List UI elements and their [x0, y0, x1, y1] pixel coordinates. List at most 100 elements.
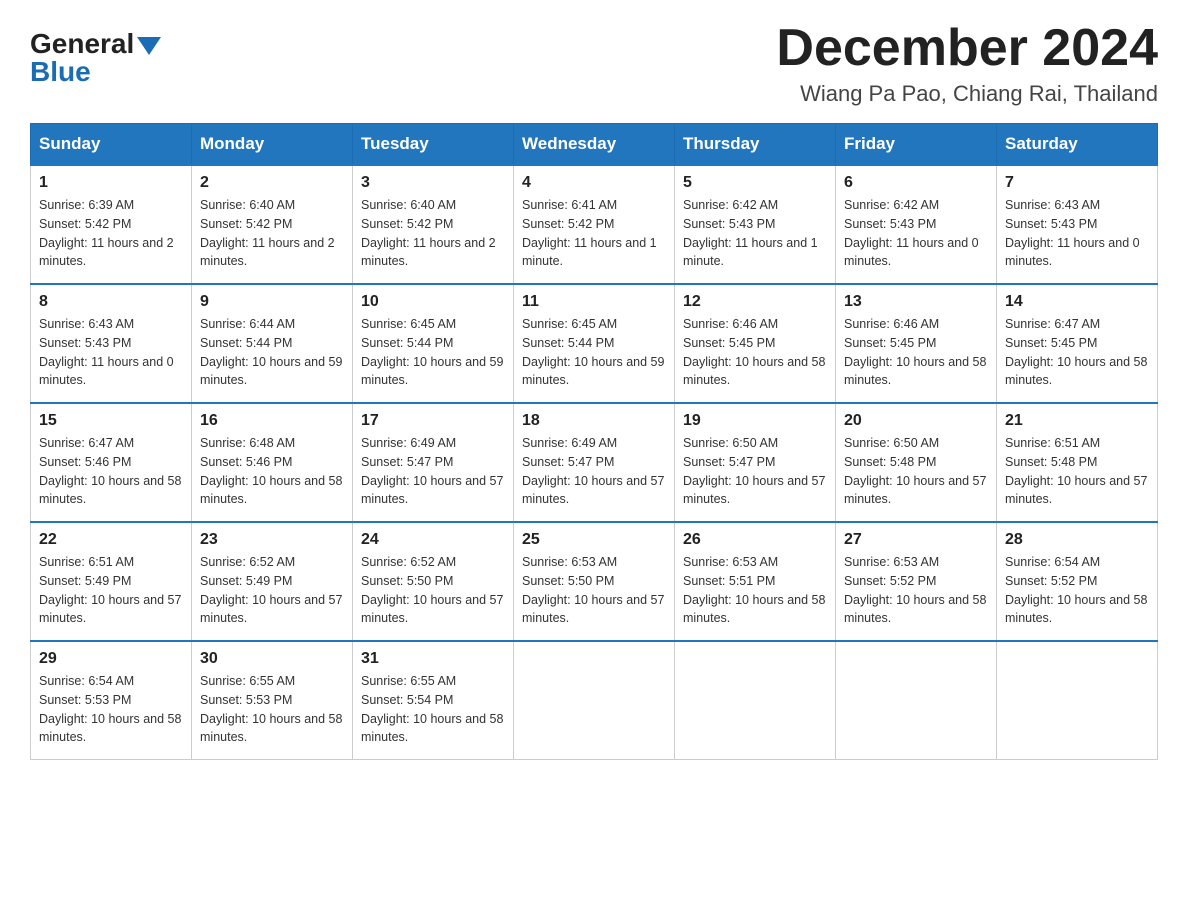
calendar-cell: 1Sunrise: 6:39 AMSunset: 5:42 PMDaylight… — [31, 165, 192, 284]
page-header: General Blue December 2024 Wiang Pa Pao,… — [30, 20, 1158, 107]
calendar-cell: 14Sunrise: 6:47 AMSunset: 5:45 PMDayligh… — [997, 284, 1158, 403]
day-info: Sunrise: 6:50 AMSunset: 5:47 PMDaylight:… — [683, 434, 827, 509]
day-info: Sunrise: 6:52 AMSunset: 5:49 PMDaylight:… — [200, 553, 344, 628]
day-info: Sunrise: 6:40 AMSunset: 5:42 PMDaylight:… — [361, 196, 505, 271]
day-info: Sunrise: 6:41 AMSunset: 5:42 PMDaylight:… — [522, 196, 666, 271]
calendar-header-row: SundayMondayTuesdayWednesdayThursdayFrid… — [31, 124, 1158, 166]
day-info: Sunrise: 6:54 AMSunset: 5:53 PMDaylight:… — [39, 672, 183, 747]
day-number: 11 — [522, 293, 666, 311]
day-number: 3 — [361, 174, 505, 192]
col-header-saturday: Saturday — [997, 124, 1158, 166]
col-header-thursday: Thursday — [675, 124, 836, 166]
calendar-cell: 12Sunrise: 6:46 AMSunset: 5:45 PMDayligh… — [675, 284, 836, 403]
day-number: 16 — [200, 412, 344, 430]
calendar-cell: 16 Sunrise: 6:48 AMSunset: 5:46 PMDayligh… — [192, 403, 353, 522]
day-info: Sunrise: 6:50 AMSunset: 5:48 PMDaylight:… — [844, 434, 988, 509]
logo: General Blue — [30, 30, 161, 86]
day-number: 8 — [39, 293, 183, 311]
calendar-cell: 10 Sunrise: 6:45 AMSunset: 5:44 PMDayligh… — [353, 284, 514, 403]
day-info: Sunrise: 6:45 AMSunset: 5:44 PMDaylight:… — [522, 315, 666, 390]
calendar-cell: 20Sunrise: 6:50 AMSunset: 5:48 PMDayligh… — [836, 403, 997, 522]
day-info: Sunrise: 6:39 AMSunset: 5:42 PMDaylight:… — [39, 196, 183, 271]
calendar-table: SundayMondayTuesdayWednesdayThursdayFrid… — [30, 123, 1158, 760]
day-info: Sunrise: 6:53 AMSunset: 5:52 PMDaylight:… — [844, 553, 988, 628]
calendar-cell: 2 Sunrise: 6:40 AMSunset: 5:42 PMDaylight… — [192, 165, 353, 284]
calendar-cell: 23 Sunrise: 6:52 AMSunset: 5:49 PMDayligh… — [192, 522, 353, 641]
col-header-friday: Friday — [836, 124, 997, 166]
day-number: 30 — [200, 650, 344, 668]
day-number: 5 — [683, 174, 827, 192]
day-number: 21 — [1005, 412, 1149, 430]
calendar-cell — [514, 641, 675, 760]
calendar-cell: 8 Sunrise: 6:43 AMSunset: 5:43 PMDaylight… — [31, 284, 192, 403]
day-info: Sunrise: 6:47 AMSunset: 5:45 PMDaylight:… — [1005, 315, 1149, 390]
day-info: Sunrise: 6:44 AMSunset: 5:44 PMDaylight:… — [200, 315, 344, 390]
day-info: Sunrise: 6:46 AMSunset: 5:45 PMDaylight:… — [683, 315, 827, 390]
day-info: Sunrise: 6:40 AMSunset: 5:42 PMDaylight:… — [200, 196, 344, 271]
logo-general-word: General — [30, 30, 134, 58]
day-info: Sunrise: 6:55 AMSunset: 5:53 PMDaylight:… — [200, 672, 344, 747]
calendar-cell: 17Sunrise: 6:49 AMSunset: 5:47 PMDayligh… — [353, 403, 514, 522]
calendar-cell: 5Sunrise: 6:42 AMSunset: 5:43 PMDaylight… — [675, 165, 836, 284]
day-number: 6 — [844, 174, 988, 192]
col-header-tuesday: Tuesday — [353, 124, 514, 166]
day-info: Sunrise: 6:43 AMSunset: 5:43 PMDaylight:… — [39, 315, 183, 390]
calendar-cell: 18 Sunrise: 6:49 AMSunset: 5:47 PMDayligh… — [514, 403, 675, 522]
calendar-cell: 24Sunrise: 6:52 AMSunset: 5:50 PMDayligh… — [353, 522, 514, 641]
day-number: 25 — [522, 531, 666, 549]
calendar-cell: 19 Sunrise: 6:50 AMSunset: 5:47 PMDayligh… — [675, 403, 836, 522]
calendar-cell — [836, 641, 997, 760]
day-number: 19 — [683, 412, 827, 430]
day-number: 13 — [844, 293, 988, 311]
calendar-cell — [675, 641, 836, 760]
day-number: 9 — [200, 293, 344, 311]
day-info: Sunrise: 6:55 AMSunset: 5:54 PMDaylight:… — [361, 672, 505, 747]
day-number: 15 — [39, 412, 183, 430]
calendar-cell: 4 Sunrise: 6:41 AMSunset: 5:42 PMDaylight… — [514, 165, 675, 284]
day-number: 31 — [361, 650, 505, 668]
day-info: Sunrise: 6:48 AMSunset: 5:46 PMDaylight:… — [200, 434, 344, 509]
calendar-cell: 3 Sunrise: 6:40 AMSunset: 5:42 PMDaylight… — [353, 165, 514, 284]
calendar-cell: 15 Sunrise: 6:47 AMSunset: 5:46 PMDayligh… — [31, 403, 192, 522]
day-info: Sunrise: 6:53 AMSunset: 5:51 PMDaylight:… — [683, 553, 827, 628]
col-header-monday: Monday — [192, 124, 353, 166]
day-number: 24 — [361, 531, 505, 549]
day-number: 26 — [683, 531, 827, 549]
calendar-cell: 25Sunrise: 6:53 AMSunset: 5:50 PMDayligh… — [514, 522, 675, 641]
title-area: December 2024 Wiang Pa Pao, Chiang Rai, … — [776, 20, 1158, 107]
location-title: Wiang Pa Pao, Chiang Rai, Thailand — [776, 81, 1158, 107]
day-number: 17 — [361, 412, 505, 430]
day-number: 22 — [39, 531, 183, 549]
day-info: Sunrise: 6:51 AMSunset: 5:49 PMDaylight:… — [39, 553, 183, 628]
calendar-cell: 11 Sunrise: 6:45 AMSunset: 5:44 PMDayligh… — [514, 284, 675, 403]
day-info: Sunrise: 6:46 AMSunset: 5:45 PMDaylight:… — [844, 315, 988, 390]
calendar-cell: 21 Sunrise: 6:51 AMSunset: 5:48 PMDayligh… — [997, 403, 1158, 522]
calendar-cell: 31 Sunrise: 6:55 AMSunset: 5:54 PMDayligh… — [353, 641, 514, 760]
day-number: 4 — [522, 174, 666, 192]
calendar-cell: 7Sunrise: 6:43 AMSunset: 5:43 PMDaylight… — [997, 165, 1158, 284]
day-number: 23 — [200, 531, 344, 549]
calendar-cell: 22 Sunrise: 6:51 AMSunset: 5:49 PMDayligh… — [31, 522, 192, 641]
day-info: Sunrise: 6:49 AMSunset: 5:47 PMDaylight:… — [522, 434, 666, 509]
day-info: Sunrise: 6:51 AMSunset: 5:48 PMDaylight:… — [1005, 434, 1149, 509]
day-number: 10 — [361, 293, 505, 311]
day-number: 27 — [844, 531, 988, 549]
calendar-week-row: 15 Sunrise: 6:47 AMSunset: 5:46 PMDayligh… — [31, 403, 1158, 522]
calendar-week-row: 22 Sunrise: 6:51 AMSunset: 5:49 PMDayligh… — [31, 522, 1158, 641]
col-header-wednesday: Wednesday — [514, 124, 675, 166]
day-number: 18 — [522, 412, 666, 430]
logo-general-text: General — [30, 30, 161, 58]
col-header-sunday: Sunday — [31, 124, 192, 166]
day-info: Sunrise: 6:45 AMSunset: 5:44 PMDaylight:… — [361, 315, 505, 390]
day-number: 2 — [200, 174, 344, 192]
calendar-cell: 6Sunrise: 6:42 AMSunset: 5:43 PMDaylight… — [836, 165, 997, 284]
day-number: 29 — [39, 650, 183, 668]
logo-triangle-icon — [137, 37, 161, 55]
day-number: 7 — [1005, 174, 1149, 192]
day-number: 28 — [1005, 531, 1149, 549]
calendar-week-row: 29 Sunrise: 6:54 AMSunset: 5:53 PMDayligh… — [31, 641, 1158, 760]
calendar-cell: 13 Sunrise: 6:46 AMSunset: 5:45 PMDayligh… — [836, 284, 997, 403]
day-info: Sunrise: 6:47 AMSunset: 5:46 PMDaylight:… — [39, 434, 183, 509]
calendar-cell: 29 Sunrise: 6:54 AMSunset: 5:53 PMDayligh… — [31, 641, 192, 760]
logo-blue-text: Blue — [30, 58, 91, 86]
